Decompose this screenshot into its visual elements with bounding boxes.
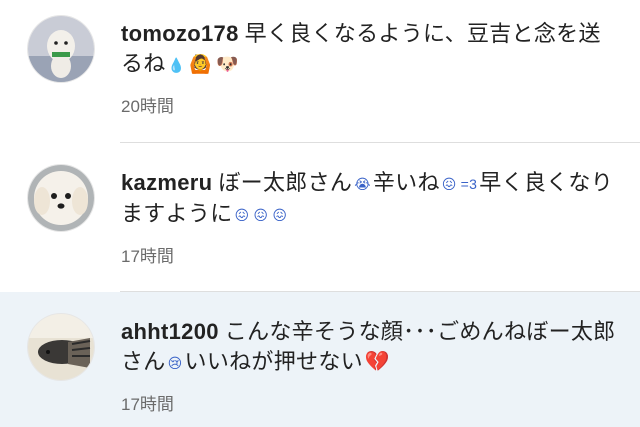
comment-body: kazmeru ぼー太郎さん 😭辛いね 😖 =3早く良くなりますように 😖 😖 😖 17時間 [121, 165, 620, 267]
avatar[interactable] [28, 16, 94, 82]
username-link[interactable]: kazmeru [121, 170, 212, 195]
sigh-emoticon: =3 [460, 176, 478, 192]
comment-item: tomozo178 早く良くなるように、豆吉と念を送るね 💧 🙆 🐶 20時間 [0, 0, 640, 143]
comment-timestamp: 20時間 [121, 97, 174, 116]
confounded-face-emoji: 😖 [253, 207, 269, 223]
sad-face-emoji: 😢 [167, 355, 183, 371]
confounded-face-emoji: 😖 [234, 207, 250, 223]
sweat-drop-emoji: 💧 [167, 57, 186, 73]
ok-gesture-emoji: 🙆 [189, 54, 213, 74]
comment-timestamp: 17時間 [121, 247, 174, 266]
avatar-image [28, 314, 94, 380]
username-link[interactable]: ahht1200 [121, 319, 219, 344]
comment-body: ahht1200 こんな辛そうな顔･･･ごめんねぼー太郎さん 😢いいねが押せない 💔 … [121, 314, 620, 415]
comment-item: kazmeru ぼー太郎さん 😭辛いね 😖 =3早く良くなりますように 😖 😖 😖 17時間 [0, 143, 640, 292]
comment-body: tomozo178 早く良くなるように、豆吉と念を送るね 💧 🙆 🐶 20時間 [121, 16, 620, 117]
confounded-face-emoji: 😖 [272, 207, 288, 223]
comment-message-part-2: いいねが押せない [184, 349, 363, 374]
crying-face-emoji: 😭 [354, 176, 371, 192]
username-link[interactable]: tomozo178 [121, 21, 239, 46]
avatar-image [28, 16, 94, 82]
avatar[interactable] [28, 314, 94, 380]
comment-text: kazmeru ぼー太郎さん 😭辛いね 😖 =3早く良くなりますように 😖 😖 😖 [121, 168, 620, 230]
comment-item-highlighted: ahht1200 こんな辛そうな顔･･･ごめんねぼー太郎さん 😢いいねが押せない 💔 … [0, 292, 640, 427]
confounded-face-emoji: 😖 [441, 176, 457, 192]
dog-face-emoji: 🐶 [216, 54, 239, 74]
broken-heart-emoji: 💔 [364, 351, 391, 373]
avatar[interactable] [28, 165, 94, 231]
avatar-image [28, 165, 94, 231]
comment-message-part-1: ぼー太郎さん [218, 170, 353, 195]
comment-text: ahht1200 こんな辛そうな顔･･･ごめんねぼー太郎さん 😢いいねが押せない 💔 [121, 317, 620, 378]
comment-text: tomozo178 早く良くなるように、豆吉と念を送るね 💧 🙆 🐶 [121, 19, 620, 80]
comment-timestamp: 17時間 [121, 395, 174, 414]
comment-message-part-2: 辛いね [372, 170, 440, 195]
